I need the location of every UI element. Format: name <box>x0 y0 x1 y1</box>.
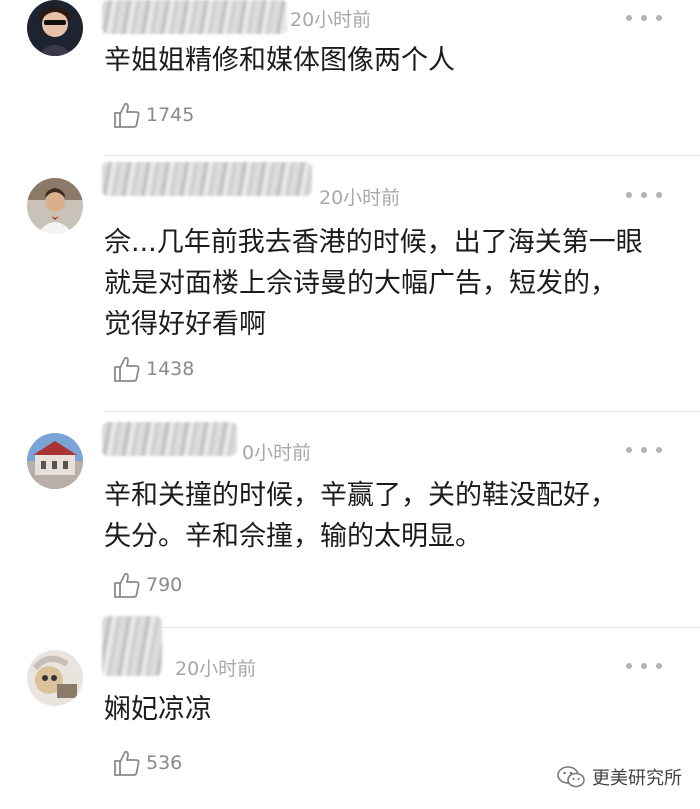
username-redacted <box>102 422 237 456</box>
username-redacted <box>102 0 287 34</box>
thumbs-up-icon <box>114 572 140 598</box>
comment-time: 20小时前 <box>319 187 401 209</box>
comment-line: 娴妃凉凉 <box>104 694 212 725</box>
more-icon[interactable] <box>626 12 662 24</box>
comment-item: 0小时前 辛和关撞的时候，辛赢了，关的鞋没配好， 失分。辛和佘撞，输的太明显。 … <box>0 412 700 627</box>
thumbs-up-icon <box>114 750 140 776</box>
like-button[interactable]: 536 <box>112 748 182 778</box>
watermark-label: 更美研究所 <box>592 768 682 789</box>
username-redacted <box>102 616 162 676</box>
avatar[interactable] <box>27 0 83 56</box>
comment-line: 辛和关撞的时候，辛赢了，关的鞋没配好， <box>104 480 617 511</box>
comment-text: 佘...几年前我去香港的时候，出了海关第一眼 就是对面楼上佘诗曼的大幅广告，短发… <box>104 222 674 345</box>
comment-line: 佘...几年前我去香港的时候，出了海关第一眼 <box>104 227 643 258</box>
like-button[interactable]: 790 <box>112 570 182 600</box>
comment-line: 就是对面楼上佘诗曼的大幅广告，短发的， <box>104 268 617 299</box>
comment-text: 辛和关撞的时候，辛赢了，关的鞋没配好， 失分。辛和佘撞，输的太明显。 <box>104 475 674 557</box>
thumbs-up-icon <box>114 102 140 128</box>
like-count: 536 <box>146 752 183 774</box>
more-icon[interactable] <box>626 444 662 456</box>
like-count: 1745 <box>146 104 195 126</box>
comment-time: 20小时前 <box>290 9 372 31</box>
thumbs-up-icon <box>114 356 140 382</box>
comment-item: 20小时前 佘...几年前我去香港的时候，出了海关第一眼 就是对面楼上佘诗曼的大… <box>0 156 700 411</box>
watermark: 更美研究所 <box>556 764 682 790</box>
comment-item: 20小时前 辛姐姐精修和媒体图像两个人 1745 <box>0 0 700 155</box>
comment-text: 娴妃凉凉 <box>104 692 674 728</box>
avatar[interactable] <box>27 178 83 234</box>
comment-line: 觉得好好看啊 <box>104 309 266 340</box>
more-icon[interactable] <box>626 660 662 672</box>
like-count: 1438 <box>146 358 195 380</box>
avatar[interactable] <box>27 433 83 489</box>
comment-time: 0小时前 <box>242 442 312 464</box>
username-redacted <box>102 162 312 196</box>
comment-line: 失分。辛和佘撞，输的太明显。 <box>104 521 482 552</box>
like-button[interactable]: 1745 <box>112 100 194 130</box>
comment-line: 辛姐姐精修和媒体图像两个人 <box>104 45 455 76</box>
avatar[interactable] <box>27 650 83 706</box>
comment-text: 辛姐姐精修和媒体图像两个人 <box>104 43 674 79</box>
like-count: 790 <box>146 574 183 596</box>
like-button[interactable]: 1438 <box>112 354 194 384</box>
wechat-icon <box>557 766 585 788</box>
more-icon[interactable] <box>626 189 662 201</box>
comment-time: 20小时前 <box>175 658 257 680</box>
